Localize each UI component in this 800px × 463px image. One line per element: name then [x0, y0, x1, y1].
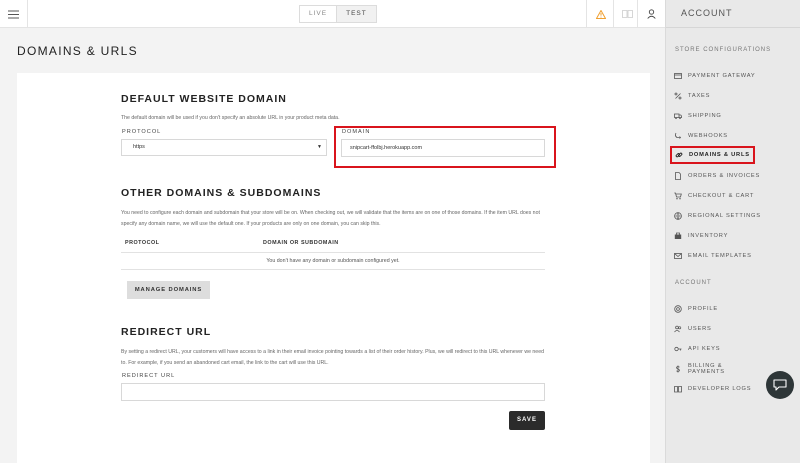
redirect-heading: REDIRECT URL: [121, 326, 212, 338]
box-icon: [674, 232, 682, 239]
warning-icon[interactable]: [586, 0, 614, 28]
mode-live-button[interactable]: LIVE: [300, 6, 336, 22]
domains-empty-message: You don't have any domain or subdomain c…: [121, 253, 545, 270]
key-icon: [674, 346, 682, 352]
sidebar-item-label: PAYMENT GATEWAY: [688, 73, 756, 79]
sidebar-item-domains-urls[interactable]: DOMAINS & URLS: [670, 146, 755, 164]
sidebar-item-checkout-cart[interactable]: CHECKOUT & CART: [671, 187, 761, 205]
column-domain: DOMAIN OR SUBDOMAIN: [263, 240, 339, 246]
sidebar-item-label: REGIONAL SETTINGS: [688, 213, 761, 219]
redirect-description: By setting a redirect URL, your customer…: [121, 349, 544, 366]
sidebar-item-label: WEBHOOKS: [688, 133, 728, 139]
sidebar-item-label: CHECKOUT & CART: [688, 193, 755, 199]
link-icon: [675, 152, 683, 158]
domain-label: DOMAIN: [342, 129, 371, 135]
sidebar-item-users[interactable]: USERS: [671, 320, 761, 338]
protocol-label: PROTOCOL: [122, 129, 162, 135]
default-domain-description: The default domain will be used if you d…: [121, 115, 340, 121]
default-domain-heading: DEFAULT WEBSITE DOMAIN: [121, 93, 287, 105]
save-button[interactable]: SAVE: [509, 411, 545, 430]
sidebar-item-payment-gateway[interactable]: PAYMENT GATEWAY: [671, 67, 761, 85]
domains-table-header: PROTOCOL DOMAIN OR SUBDOMAIN: [121, 236, 545, 253]
column-protocol: PROTOCOL: [125, 240, 160, 246]
sidebar-item-inventory[interactable]: INVENTORY: [671, 227, 761, 245]
sidebar-item-label: INVENTORY: [688, 233, 729, 239]
sidebar-item-taxes[interactable]: TAXES: [671, 87, 761, 105]
other-domains-description: You need to configure each domain and su…: [121, 210, 540, 227]
book-icon: [674, 386, 682, 393]
sidebar-item-label: BILLING & PAYMENTS: [688, 363, 725, 375]
mode-test-button[interactable]: TEST: [336, 6, 376, 22]
dollar-icon: [676, 365, 680, 373]
webhook-icon: [675, 132, 682, 139]
sidebar-item-orders-invoices[interactable]: ORDERS & INVOICES: [671, 167, 761, 185]
manage-domains-button[interactable]: MANAGE DOMAINS: [127, 281, 210, 299]
sidebar-item-label: TAXES: [688, 93, 711, 99]
profile-icon: [674, 305, 682, 313]
sidebar-title: ACCOUNT: [666, 0, 800, 28]
sidebar-section-store: STORE CONFIGURATIONS: [675, 47, 772, 53]
other-domains-heading: OTHER DOMAINS & SUBDOMAINS: [121, 187, 322, 199]
domain-input[interactable]: snipcart-ffolbj.herokuapp.com: [341, 139, 545, 157]
sidebar-item-regional-settings[interactable]: REGIONAL SETTINGS: [671, 207, 761, 225]
document-icon: [675, 172, 681, 180]
chat-button[interactable]: [766, 371, 794, 399]
truck-icon: [674, 113, 682, 120]
sidebar-item-label: API KEYS: [688, 346, 721, 352]
caret-down-icon: ▼: [317, 144, 322, 150]
sidebar-item-api-keys[interactable]: API KEYS: [671, 340, 761, 358]
users-icon: [674, 325, 682, 333]
globe-icon: [674, 212, 682, 220]
page-title: DOMAINS & URLS: [17, 44, 138, 58]
sidebar-item-label: ORDERS & INVOICES: [688, 173, 761, 179]
chat-icon: [773, 379, 787, 391]
envelope-icon: [674, 253, 682, 259]
sidebar-item-webhooks[interactable]: WEBHOOKS: [671, 127, 761, 145]
sidebar-item-profile[interactable]: PROFILE: [671, 300, 761, 318]
redirect-label: REDIRECT URL: [122, 373, 176, 379]
sidebar-item-email-templates[interactable]: EMAIL TEMPLATES: [671, 247, 761, 265]
sidebar-section-account: ACCOUNT: [675, 280, 712, 286]
sidebar-item-label: SHIPPING: [688, 113, 722, 119]
protocol-select[interactable]: https ▼: [121, 139, 327, 156]
user-icon[interactable]: [637, 0, 665, 28]
menu-icon[interactable]: [0, 0, 28, 28]
protocol-value: https: [133, 144, 145, 150]
sidebar-item-label: PROFILE: [688, 306, 718, 312]
sidebar-item-billing-payments[interactable]: BILLING & PAYMENTS: [671, 360, 761, 378]
credit-card-icon: [674, 73, 682, 79]
sidebar-item-label: EMAIL TEMPLATES: [688, 253, 752, 259]
sidebar-item-label: USERS: [688, 326, 712, 332]
cart-icon: [674, 192, 682, 200]
sidebar-item-shipping[interactable]: SHIPPING: [671, 107, 761, 125]
sidebar-item-developer-logs[interactable]: DEVELOPER LOGS: [671, 380, 761, 398]
redirect-url-input[interactable]: [121, 383, 545, 401]
mode-toggle: LIVE TEST: [299, 5, 377, 23]
top-bar: LIVE TEST: [0, 0, 665, 28]
sidebar-item-label: DEVELOPER LOGS: [688, 386, 752, 392]
percent-icon: [674, 92, 682, 100]
sidebar-item-label: DOMAINS & URLS: [689, 152, 750, 158]
